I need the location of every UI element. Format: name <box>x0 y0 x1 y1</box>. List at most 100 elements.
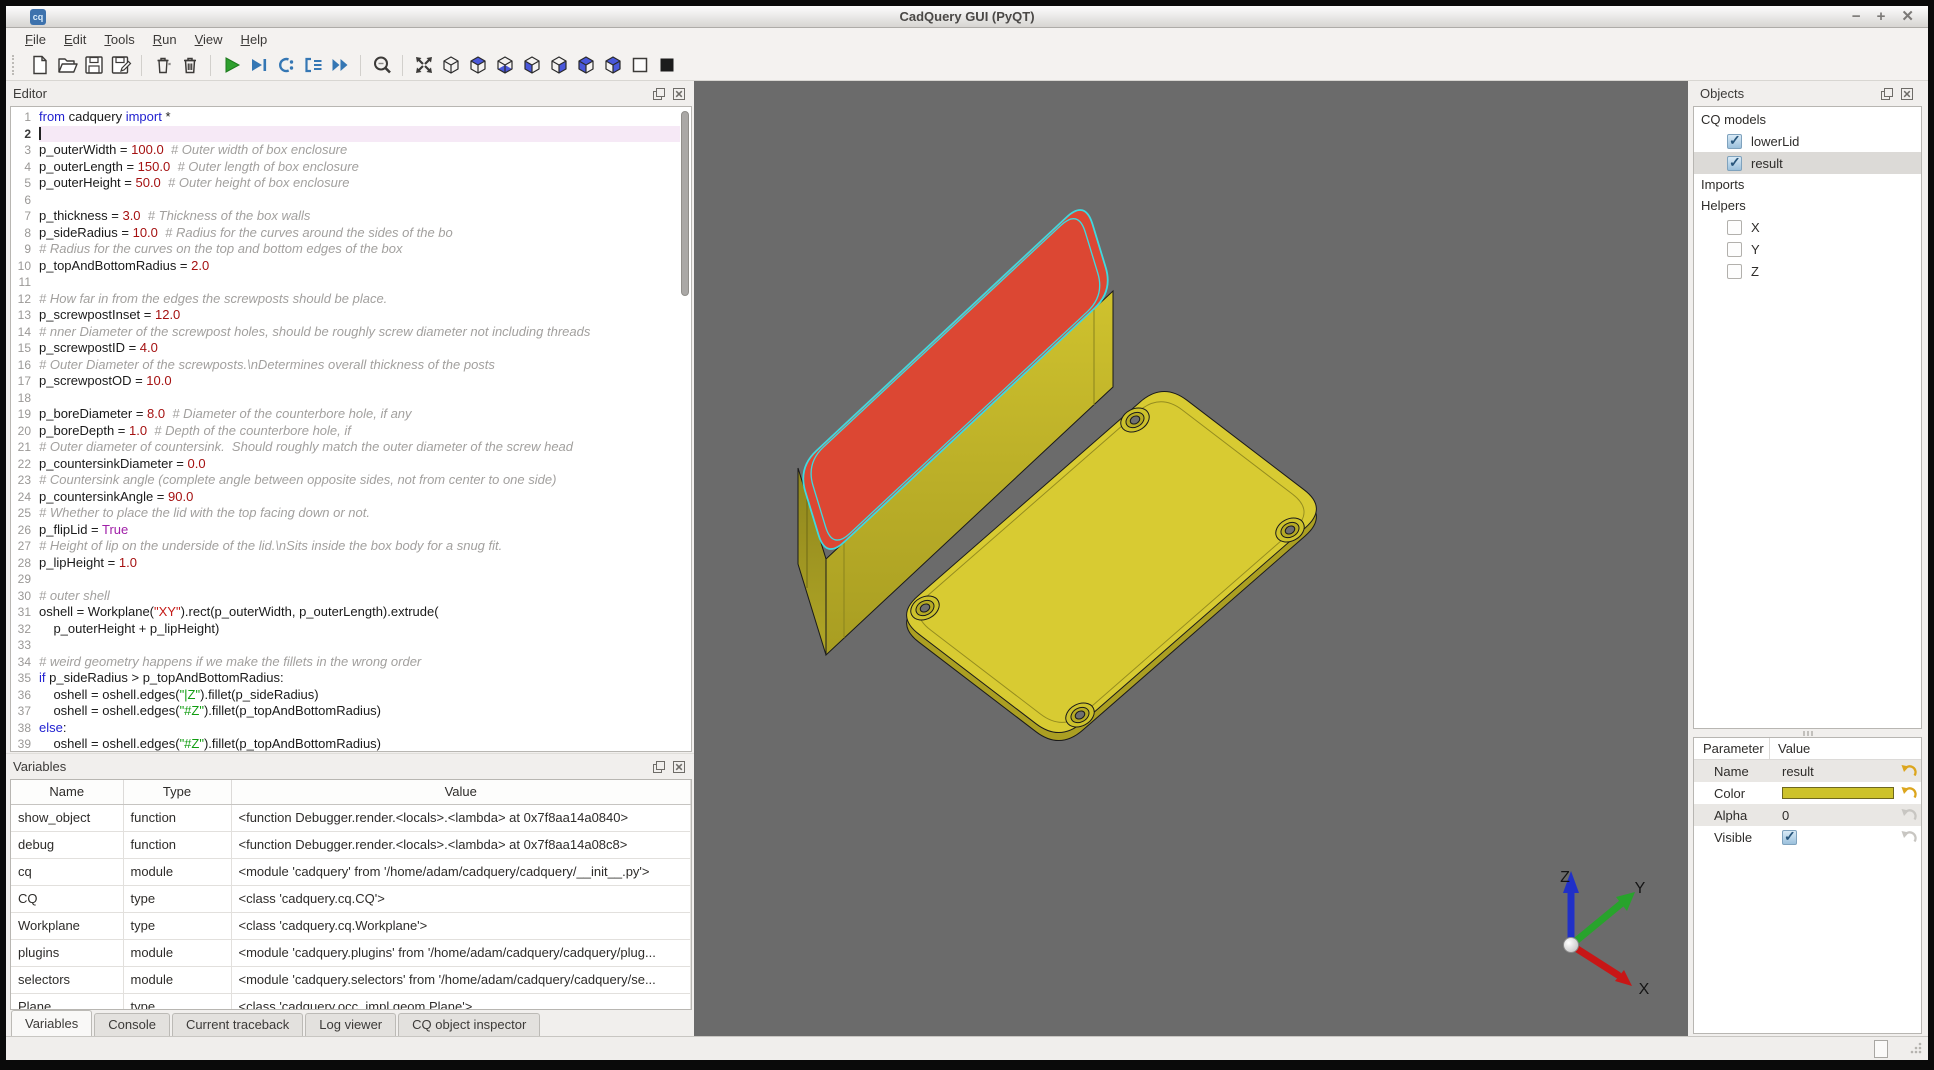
undo-icon[interactable] <box>1898 807 1918 824</box>
step-into-button[interactable] <box>299 52 326 79</box>
visibility-checkbox[interactable] <box>1727 264 1742 279</box>
menu-tools[interactable]: Tools <box>95 30 143 49</box>
tree-item-label: result <box>1751 156 1783 171</box>
undo-icon[interactable] <box>1898 829 1918 846</box>
view-left-button[interactable] <box>572 52 599 79</box>
save-script-as-button[interactable] <box>107 52 134 79</box>
variable-row[interactable]: Workplanetype<class 'cadquery.cq.Workpla… <box>11 912 691 939</box>
view-iso-button[interactable] <box>437 52 464 79</box>
code-line: 11 <box>11 274 680 291</box>
view-bottom-button[interactable] <box>491 52 518 79</box>
3d-canvas[interactable]: Z Y X <box>694 81 1688 1036</box>
variable-cell: <class 'cadquery.occ_impl.geom.Plane'> <box>231 993 691 1010</box>
undo-icon[interactable] <box>1898 785 1918 802</box>
tree-item-z[interactable]: Z <box>1694 260 1921 282</box>
fit-all-button[interactable] <box>410 52 437 79</box>
tree-item-result[interactable]: ✓ result <box>1694 152 1921 174</box>
color-swatch[interactable] <box>1782 787 1894 799</box>
maximize-button[interactable]: + <box>1877 6 1886 28</box>
variables-column-header[interactable]: Value <box>231 780 691 804</box>
view-shaded-button[interactable] <box>653 52 680 79</box>
editor-float-button[interactable] <box>651 86 666 101</box>
minimize-button[interactable]: − <box>1852 6 1861 28</box>
parameter-label: Visible <box>1694 830 1770 845</box>
code-line: 28p_lipHeight = 1.0 <box>11 555 680 572</box>
menu-help[interactable]: Help <box>232 30 277 49</box>
variable-row[interactable]: selectorsmodule<module 'cadquery.selecto… <box>11 966 691 993</box>
3d-viewport[interactable]: Z Y X <box>694 81 1688 1036</box>
tab-log-viewer[interactable]: Log viewer <box>305 1013 396 1036</box>
right-splitter[interactable] <box>1693 729 1922 737</box>
menu-edit[interactable]: Edit <box>55 30 95 49</box>
size-grip[interactable] <box>1908 1042 1922 1056</box>
variable-row[interactable]: CQtype<class 'cadquery.cq.CQ'> <box>11 885 691 912</box>
step-button[interactable] <box>272 52 299 79</box>
axis-label-z: Z <box>1560 869 1570 886</box>
variables-column-header[interactable]: Name <box>11 780 123 804</box>
view-back-button[interactable] <box>545 52 572 79</box>
tab-variables[interactable]: Variables <box>11 1010 92 1036</box>
tree-item-y[interactable]: Y <box>1694 238 1921 260</box>
line-number: 14 <box>11 324 39 341</box>
tree-group-imports[interactable]: Imports <box>1694 174 1921 195</box>
view-top-button[interactable] <box>464 52 491 79</box>
parameter-value[interactable]: result <box>1782 764 1814 779</box>
objects-close-button[interactable] <box>1899 86 1914 101</box>
toolbar-grip[interactable] <box>12 55 20 75</box>
code-line: 39 oshell = oshell.edges("#Z").fillet(p_… <box>11 736 680 751</box>
variable-cell: debug <box>11 831 123 858</box>
editor-panel: Editor 1from cadquery import *23p_outerW… <box>6 81 694 753</box>
variables-column-header[interactable]: Type <box>123 780 231 804</box>
code-line: 37 oshell = oshell.edges("#Z").fillet(p_… <box>11 703 680 720</box>
visible-checkbox[interactable]: ✓ <box>1782 830 1797 845</box>
tab-current-traceback[interactable]: Current traceback <box>172 1013 303 1036</box>
menu-file[interactable]: File <box>16 30 55 49</box>
tree-item-x[interactable]: X <box>1694 216 1921 238</box>
undo-icon[interactable] <box>1898 763 1918 780</box>
code-editor[interactable]: 1from cadquery import *23p_outerWidth = … <box>11 109 680 751</box>
continue-button[interactable] <box>326 52 353 79</box>
view-wireframe-button[interactable] <box>626 52 653 79</box>
open-script-button[interactable] <box>53 52 80 79</box>
variables-float-button[interactable] <box>651 759 666 774</box>
variable-row[interactable]: cqmodule<module 'cadquery' from '/home/a… <box>11 858 691 885</box>
objects-float-button[interactable] <box>1879 86 1894 101</box>
tree-group-helpers[interactable]: Helpers <box>1694 195 1921 216</box>
view-front-button[interactable] <box>518 52 545 79</box>
parameter-value[interactable]: 0 <box>1782 808 1789 823</box>
render-button[interactable] <box>218 52 245 79</box>
menu-view[interactable]: View <box>186 30 232 49</box>
editor-scrollbar-thumb[interactable] <box>681 111 689 296</box>
tree-group-cq-models[interactable]: CQ models <box>1694 109 1921 130</box>
visibility-checkbox[interactable] <box>1727 220 1742 235</box>
check-icon: ✓ <box>1729 132 1741 149</box>
tab-console[interactable]: Console <box>94 1013 170 1036</box>
menu-run[interactable]: Run <box>144 30 186 49</box>
line-number: 29 <box>11 571 39 588</box>
editor-close-button[interactable] <box>671 86 686 101</box>
visibility-checkbox[interactable]: ✓ <box>1727 134 1742 149</box>
clear-objects-button[interactable] <box>149 52 176 79</box>
visibility-checkbox[interactable]: ✓ <box>1727 156 1742 171</box>
tree-item-lowerlid[interactable]: ✓lowerLid <box>1694 130 1921 152</box>
debug-button[interactable] <box>245 52 272 79</box>
variable-row[interactable]: debugfunction<function Debugger.render.<… <box>11 831 691 858</box>
variables-close-button[interactable] <box>671 759 686 774</box>
save-script-button[interactable] <box>80 52 107 79</box>
variable-cell: function <box>123 831 231 858</box>
variable-row[interactable]: Planetype<class 'cadquery.occ_impl.geom.… <box>11 993 691 1010</box>
view-right-button[interactable] <box>599 52 626 79</box>
close-button[interactable]: ✕ <box>1901 6 1914 28</box>
visibility-checkbox[interactable] <box>1727 242 1742 257</box>
code-line: 25# Whether to place the lid with the to… <box>11 505 680 522</box>
zoom-to-fit-button[interactable] <box>368 52 395 79</box>
line-number: 15 <box>11 340 39 357</box>
line-number: 2 <box>11 126 39 143</box>
variable-row[interactable]: show_objectfunction<function Debugger.re… <box>11 804 691 831</box>
new-script-button[interactable] <box>26 52 53 79</box>
code-line: 26p_flipLid = True <box>11 522 680 539</box>
tab-cq-object-inspector[interactable]: CQ object inspector <box>398 1013 540 1036</box>
variable-row[interactable]: pluginsmodule<module 'cadquery.plugins' … <box>11 939 691 966</box>
code-line: 36 oshell = oshell.edges("|Z").fillet(p_… <box>11 687 680 704</box>
delete-objects-button[interactable] <box>176 52 203 79</box>
